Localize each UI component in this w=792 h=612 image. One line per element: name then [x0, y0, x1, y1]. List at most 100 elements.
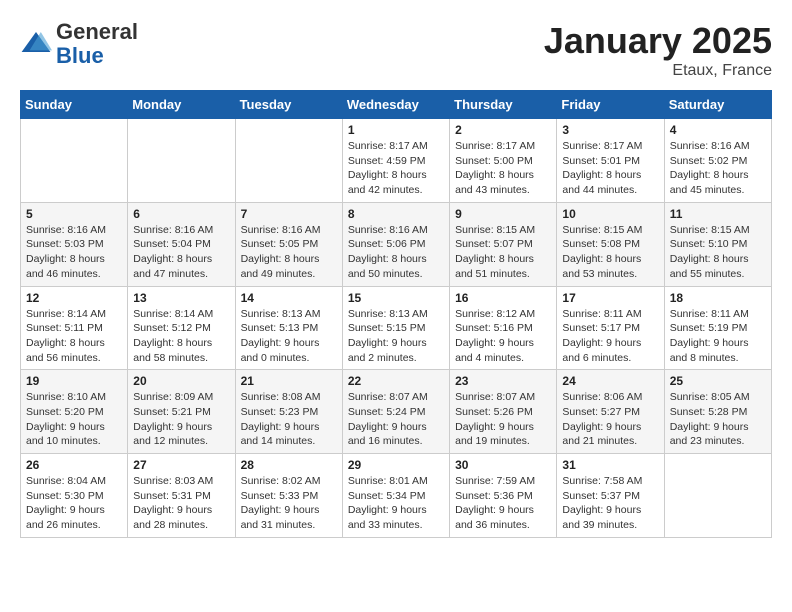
day-cell: 21Sunrise: 8:08 AM Sunset: 5:23 PM Dayli… — [235, 370, 342, 454]
day-number: 14 — [241, 291, 337, 305]
day-number: 30 — [455, 458, 551, 472]
day-number: 3 — [562, 123, 658, 137]
logo-general: General — [56, 19, 138, 44]
day-cell: 12 Sunrise: 8:14 AM Sunset: 5:11 PM Dayli… — [21, 286, 128, 370]
day-cell: 20 Sunrise: 8:09 AM Sunset: 5:21 PM Dayli… — [128, 370, 235, 454]
day-info: Sunrise: 7:59 AM Sunset: 5:36 PM Dayligh… — [455, 474, 551, 533]
page-header: General Blue January 2025 Etaux, France — [20, 20, 772, 80]
day-number: 16 — [455, 291, 551, 305]
day-info: Sunrise: 8:06 AM Sunset: 5:27 PM Dayligh… — [562, 390, 658, 449]
day-cell: 9 Sunrise: 8:15 AM Sunset: 5:07 PM Daylig… — [450, 202, 557, 286]
day-cell: 15 Sunrise: 8:13 AM Sunset: 5:15 PM Dayli… — [342, 286, 449, 370]
weekday-header-wednesday: Wednesday — [342, 91, 449, 119]
day-info: Sunrise: 8:17 AM Sunset: 4:59 PM Dayligh… — [348, 139, 444, 198]
day-info: Sunrise: 8:08 AM Sunset: 5:23 PM Dayligh… — [241, 390, 337, 449]
day-info: Sunrise: 8:02 AM Sunset: 5:33 PM Dayligh… — [241, 474, 337, 533]
day-cell: 13Sunrise: 8:14 AM Sunset: 5:12 PM Dayli… — [128, 286, 235, 370]
day-info: Sunrise: 8:17 AM Sunset: 5:01 PM Dayligh… — [562, 139, 658, 198]
day-info: Sunrise: 8:11 AM Sunset: 5:17 PM Dayligh… — [562, 307, 658, 366]
day-info: Sunrise: 8:15 AM Sunset: 5:07 PM Dayligh… — [455, 223, 551, 282]
day-info: Sunrise: 8:11 AM Sunset: 5:19 PM Dayligh… — [670, 307, 766, 366]
day-number: 17 — [562, 291, 658, 305]
day-info: Sunrise: 8:13 AM Sunset: 5:15 PM Dayligh… — [348, 307, 444, 366]
day-cell: 7 Sunrise: 8:16 AM Sunset: 5:05 PM Daylig… — [235, 202, 342, 286]
day-number: 20 — [133, 374, 229, 388]
day-number: 6 — [133, 207, 229, 221]
day-number: 31 — [562, 458, 658, 472]
day-cell: 27Sunrise: 8:03 AM Sunset: 5:31 PM Dayli… — [128, 454, 235, 538]
calendar-table: SundayMondayTuesdayWednesdayThursdayFrid… — [20, 90, 772, 538]
day-info: Sunrise: 8:16 AM Sunset: 5:05 PM Dayligh… — [241, 223, 337, 282]
day-number: 24 — [562, 374, 658, 388]
day-cell: 14 Sunrise: 8:13 AM Sunset: 5:13 PM Dayli… — [235, 286, 342, 370]
day-number: 23 — [455, 374, 551, 388]
weekday-header-saturday: Saturday — [664, 91, 771, 119]
day-info: Sunrise: 8:13 AM Sunset: 5:13 PM Dayligh… — [241, 307, 337, 366]
day-cell — [664, 454, 771, 538]
day-number: 2 — [455, 123, 551, 137]
weekday-header-friday: Friday — [557, 91, 664, 119]
day-number: 25 — [670, 374, 766, 388]
day-number: 26 — [26, 458, 122, 472]
weekday-header-row: SundayMondayTuesdayWednesdayThursdayFrid… — [21, 91, 772, 119]
title-block: January 2025 Etaux, France — [544, 20, 772, 80]
day-cell: 23 Sunrise: 8:07 AM Sunset: 5:26 PM Dayli… — [450, 370, 557, 454]
day-cell — [21, 119, 128, 203]
day-cell: 24 Sunrise: 8:06 AM Sunset: 5:27 PM Dayli… — [557, 370, 664, 454]
day-cell — [128, 119, 235, 203]
weekday-header-tuesday: Tuesday — [235, 91, 342, 119]
day-number: 5 — [26, 207, 122, 221]
day-info: Sunrise: 8:16 AM Sunset: 5:03 PM Dayligh… — [26, 223, 122, 282]
weekday-header-monday: Monday — [128, 91, 235, 119]
day-number: 15 — [348, 291, 444, 305]
day-info: Sunrise: 8:07 AM Sunset: 5:26 PM Dayligh… — [455, 390, 551, 449]
day-cell: 2 Sunrise: 8:17 AM Sunset: 5:00 PM Daylig… — [450, 119, 557, 203]
day-cell: 30 Sunrise: 7:59 AM Sunset: 5:36 PM Dayli… — [450, 454, 557, 538]
day-cell: 18 Sunrise: 8:11 AM Sunset: 5:19 PM Dayli… — [664, 286, 771, 370]
day-number: 28 — [241, 458, 337, 472]
day-cell — [235, 119, 342, 203]
day-number: 18 — [670, 291, 766, 305]
day-number: 27 — [133, 458, 229, 472]
month-title: January 2025 — [544, 20, 772, 62]
day-cell: 4 Sunrise: 8:16 AM Sunset: 5:02 PM Daylig… — [664, 119, 771, 203]
day-info: Sunrise: 8:17 AM Sunset: 5:00 PM Dayligh… — [455, 139, 551, 198]
day-number: 19 — [26, 374, 122, 388]
day-cell: 19 Sunrise: 8:10 AM Sunset: 5:20 PM Dayli… — [21, 370, 128, 454]
day-number: 9 — [455, 207, 551, 221]
day-number: 13 — [133, 291, 229, 305]
day-info: Sunrise: 8:07 AM Sunset: 5:24 PM Dayligh… — [348, 390, 444, 449]
day-number: 8 — [348, 207, 444, 221]
week-row-1: 1Sunrise: 8:17 AM Sunset: 4:59 PM Daylig… — [21, 119, 772, 203]
day-cell: 16 Sunrise: 8:12 AM Sunset: 5:16 PM Dayli… — [450, 286, 557, 370]
logo-icon — [20, 28, 52, 60]
day-number: 12 — [26, 291, 122, 305]
week-row-3: 12 Sunrise: 8:14 AM Sunset: 5:11 PM Dayli… — [21, 286, 772, 370]
day-cell: 3 Sunrise: 8:17 AM Sunset: 5:01 PM Daylig… — [557, 119, 664, 203]
day-info: Sunrise: 8:10 AM Sunset: 5:20 PM Dayligh… — [26, 390, 122, 449]
day-info: Sunrise: 8:14 AM Sunset: 5:11 PM Dayligh… — [26, 307, 122, 366]
day-info: Sunrise: 8:16 AM Sunset: 5:06 PM Dayligh… — [348, 223, 444, 282]
day-number: 11 — [670, 207, 766, 221]
week-row-2: 5 Sunrise: 8:16 AM Sunset: 5:03 PM Daylig… — [21, 202, 772, 286]
day-cell: 5 Sunrise: 8:16 AM Sunset: 5:03 PM Daylig… — [21, 202, 128, 286]
day-cell: 8 Sunrise: 8:16 AM Sunset: 5:06 PM Daylig… — [342, 202, 449, 286]
day-info: Sunrise: 8:09 AM Sunset: 5:21 PM Dayligh… — [133, 390, 229, 449]
day-number: 7 — [241, 207, 337, 221]
week-row-4: 19 Sunrise: 8:10 AM Sunset: 5:20 PM Dayli… — [21, 370, 772, 454]
day-number: 22 — [348, 374, 444, 388]
day-info: Sunrise: 8:16 AM Sunset: 5:02 PM Dayligh… — [670, 139, 766, 198]
location: Etaux, France — [544, 62, 772, 80]
day-cell: 28 Sunrise: 8:02 AM Sunset: 5:33 PM Dayli… — [235, 454, 342, 538]
day-cell: 29Sunrise: 8:01 AM Sunset: 5:34 PM Dayli… — [342, 454, 449, 538]
day-info: Sunrise: 8:05 AM Sunset: 5:28 PM Dayligh… — [670, 390, 766, 449]
day-info: Sunrise: 8:16 AM Sunset: 5:04 PM Dayligh… — [133, 223, 229, 282]
day-cell: 31Sunrise: 7:58 AM Sunset: 5:37 PM Dayli… — [557, 454, 664, 538]
day-info: Sunrise: 8:12 AM Sunset: 5:16 PM Dayligh… — [455, 307, 551, 366]
logo: General Blue — [20, 20, 138, 68]
day-number: 4 — [670, 123, 766, 137]
logo-blue: Blue — [56, 43, 104, 68]
day-cell: 17 Sunrise: 8:11 AM Sunset: 5:17 PM Dayli… — [557, 286, 664, 370]
day-cell: 6 Sunrise: 8:16 AM Sunset: 5:04 PM Daylig… — [128, 202, 235, 286]
weekday-header-sunday: Sunday — [21, 91, 128, 119]
